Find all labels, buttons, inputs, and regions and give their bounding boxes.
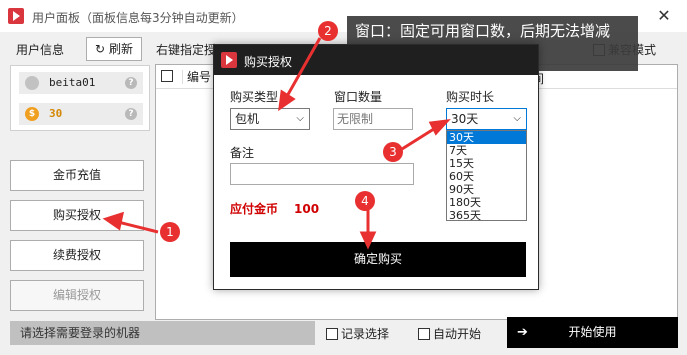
step-marker-3: 3 xyxy=(383,142,403,162)
chevron-down-icon: ⌵ xyxy=(296,113,304,124)
step-marker-4: 4 xyxy=(355,191,375,211)
auto-start-checkbox[interactable]: 自动开始 xyxy=(418,325,481,342)
help-icon[interactable]: ? xyxy=(125,77,137,89)
dialog-title-bar: 购买授权 xyxy=(214,45,538,75)
duration-select[interactable]: 30天 ⌵ xyxy=(446,108,527,130)
note-field[interactable] xyxy=(230,163,414,185)
window-count-field[interactable]: 无限制 xyxy=(333,108,413,130)
refresh-button[interactable]: ↻ 刷新 xyxy=(86,37,142,61)
login-icon: ➔ xyxy=(517,325,528,340)
confirm-purchase-button[interactable]: 确定购买 xyxy=(230,242,526,277)
duration-option[interactable]: 30天 xyxy=(447,131,526,144)
record-select-label: 记录选择 xyxy=(341,327,390,341)
refresh-label: 刷新 xyxy=(108,42,133,56)
renew-license-button[interactable]: 续费授权 xyxy=(10,240,144,271)
step-marker-2: 2 xyxy=(318,21,338,41)
status-bar: 请选择需要登录的机器 xyxy=(10,321,315,345)
purchase-type-select[interactable]: 包机 ⌵ xyxy=(230,108,310,130)
purchase-type-value: 包机 xyxy=(235,112,260,126)
duration-option[interactable]: 90天 xyxy=(447,183,526,196)
start-label: 开始使用 xyxy=(568,325,617,339)
duration-option[interactable]: 365天 xyxy=(447,209,526,222)
start-button[interactable]: ➔ 开始使用 xyxy=(507,317,678,348)
window-count-label: 窗口数量 xyxy=(334,90,383,104)
dialog-title: 购买授权 xyxy=(244,55,293,69)
username: beita01 xyxy=(49,76,96,89)
checkbox-icon xyxy=(418,328,430,340)
recharge-button[interactable]: 金币充值 xyxy=(10,160,144,191)
note-label: 备注 xyxy=(230,146,255,160)
step-marker-1: 1 xyxy=(160,222,180,242)
column-id[interactable]: 编号 xyxy=(182,70,211,84)
user-info-label: 用户信息 xyxy=(16,43,65,57)
cost-label: 应付金币 xyxy=(230,202,279,216)
user-icon xyxy=(25,76,39,90)
auto-start-label: 自动开始 xyxy=(433,327,482,341)
coin-balance: 30 xyxy=(49,107,63,120)
coins-row: $ 30 ? xyxy=(19,103,143,125)
tooltip-line-1: 窗口：固定可用窗口数，后期无法增减 xyxy=(355,22,611,40)
app-logo-icon xyxy=(8,8,24,24)
duration-dropdown[interactable]: 30天 7天 15天 60天 90天 180天 365天 xyxy=(446,130,527,222)
refresh-icon: ↻ xyxy=(95,42,106,56)
duration-option[interactable]: 15天 xyxy=(447,157,526,170)
purchase-type-label: 购买类型 xyxy=(230,90,279,104)
window-title: 用户面板（面板信息每3分钟自动更新） xyxy=(32,11,244,25)
close-icon[interactable]: ✕ xyxy=(650,4,678,28)
duration-label: 购买时长 xyxy=(446,90,495,104)
cost-value: 100 xyxy=(294,202,320,216)
cost-display: 应付金币 100 xyxy=(230,200,319,217)
duration-option[interactable]: 7天 xyxy=(447,144,526,157)
duration-option[interactable]: 60天 xyxy=(447,170,526,183)
right-click-hint: 右键指定授 xyxy=(156,43,217,57)
select-all-checkbox[interactable] xyxy=(161,70,173,82)
coin-icon: $ xyxy=(25,107,39,121)
record-select-checkbox[interactable]: 记录选择 xyxy=(326,325,389,342)
duration-option[interactable]: 180天 xyxy=(447,196,526,209)
checkbox-icon xyxy=(326,328,338,340)
buy-license-dialog: 购买授权 购买类型 包机 ⌵ 窗口数量 无限制 购买时长 30天 ⌵ 30天 7… xyxy=(213,44,539,290)
edit-license-button[interactable]: 编辑授权 xyxy=(10,280,144,311)
duration-value: 30天 xyxy=(451,112,479,126)
app-logo-icon xyxy=(221,52,237,68)
help-icon[interactable]: ? xyxy=(125,108,137,120)
user-info-box: beita01 ? $ 30 ? xyxy=(10,65,150,131)
username-row: beita01 ? xyxy=(19,72,143,94)
chevron-down-icon: ⌵ xyxy=(513,113,521,124)
buy-license-button[interactable]: 购买授权 xyxy=(10,200,144,231)
